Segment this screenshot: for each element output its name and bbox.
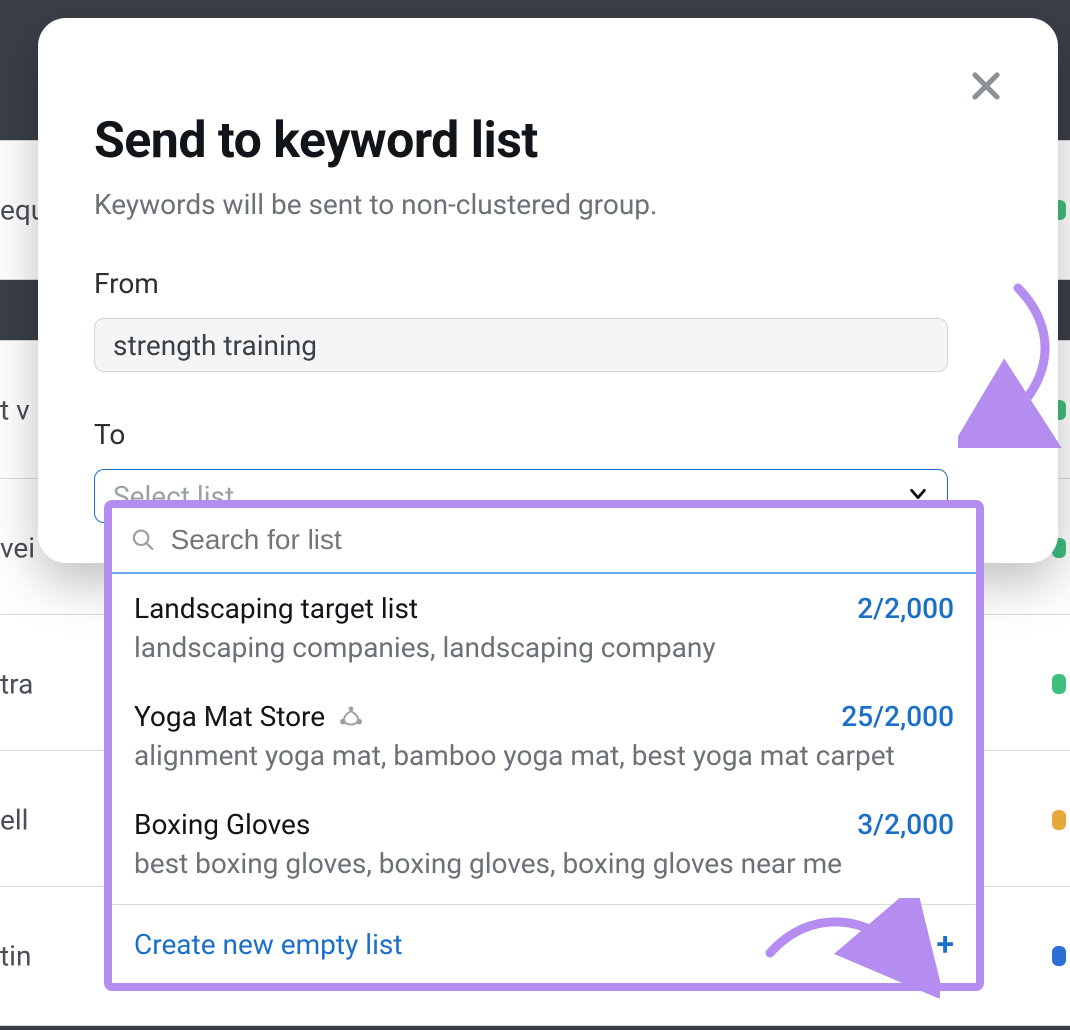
create-new-list-button[interactable]: Create new empty list + [112,905,976,983]
row-text-fragment: t v [0,394,30,427]
list-dropdown: Landscaping target list 2/2,000 landscapin… [104,500,984,991]
shared-icon [337,703,365,731]
search-icon [130,526,157,554]
status-badge [1052,674,1066,694]
modal-subtitle: Keywords will be sent to non-clustered g… [94,188,1002,221]
list-item-desc: landscaping companies, landscaping compa… [134,631,954,664]
close-button[interactable] [958,58,1014,114]
close-icon [967,67,1005,105]
row-text-fragment: tra [0,668,33,701]
row-text-fragment: tin [0,940,31,973]
create-new-list-label: Create new empty list [134,928,403,961]
from-value: strength training [113,329,317,362]
list-item-desc: alignment yoga mat, bamboo yoga mat, bes… [134,739,954,772]
list-item-desc: best boxing gloves, boxing gloves, boxin… [134,847,954,880]
list-item[interactable]: Yoga Mat Store 25/2,000 alignment yoga mat… [112,682,976,790]
status-badge [1052,946,1066,966]
dropdown-list: Landscaping target list 2/2,000 landscapin… [112,574,976,898]
to-label: To [94,418,1002,451]
row-text-fragment: ell [0,804,28,837]
list-item-count: 3/2,000 [857,808,954,841]
modal-backdrop: equt vveitraelltin Send to keyword list … [0,0,1070,1030]
list-item-name: Boxing Gloves [134,808,310,841]
send-to-keyword-list-modal: Send to keyword list Keywords will be se… [38,18,1058,563]
modal-title: Send to keyword list [94,112,1002,170]
dropdown-search-input[interactable] [171,524,958,556]
list-item-name: Landscaping target list [134,592,418,625]
list-item-name: Yoga Mat Store [134,700,365,733]
from-label: From [94,267,1002,300]
plus-icon: + [936,925,954,963]
list-item-count: 25/2,000 [841,700,954,733]
status-badge [1052,810,1066,830]
list-item-count: 2/2,000 [857,592,954,625]
list-item[interactable]: Landscaping target list 2/2,000 landscapin… [112,574,976,682]
from-input[interactable]: strength training [94,318,948,372]
dropdown-search-row [112,508,976,574]
row-text-fragment: vei [0,532,35,565]
list-item[interactable]: Boxing Gloves 3/2,000 best boxing gloves, … [112,790,976,898]
